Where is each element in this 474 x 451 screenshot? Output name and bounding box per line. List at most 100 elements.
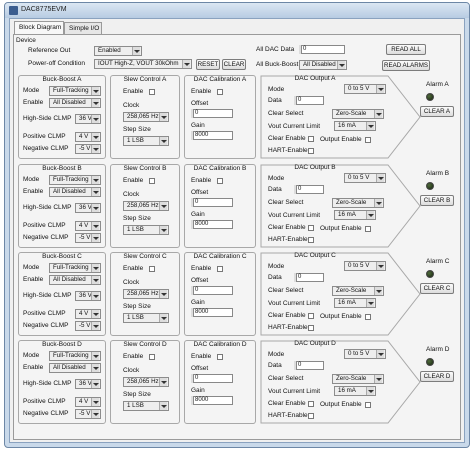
hart-enable-checkbox[interactable] [308,325,314,331]
spinner-icon [191,109,194,118]
power-off-dropdown[interactable]: IOUT High-Z, VOUT 30kOhm [94,59,192,69]
slew-enable-checkbox[interactable] [149,178,155,184]
output-range-dropdown[interactable]: 0 to 5 V [344,349,386,359]
offset-input[interactable]: 0 [191,109,233,118]
negative-clmp-dropdown[interactable]: -5 V [75,144,101,154]
output-enable-checkbox[interactable] [365,137,371,143]
data-input[interactable]: 0 [294,185,324,194]
cal-enable-label: Enable [191,177,212,184]
hart-enable-checkbox[interactable] [308,413,314,419]
vout-limit-dropdown[interactable]: 16 mA [334,210,376,220]
enable-dropdown[interactable]: All Disabled [49,187,101,197]
data-input[interactable]: 0 [294,273,324,282]
vout-limit-dropdown[interactable]: 16 mA [334,386,376,396]
high-side-dropdown[interactable]: 36 V [75,291,101,301]
gain-input[interactable]: 8000 [191,396,233,405]
mode-value: Full-Tracking [53,87,89,94]
clear-select-dropdown[interactable]: Zero-Scale [332,109,384,119]
clear-channel-button[interactable]: CLEAR D [420,371,454,382]
vout-limit-dropdown[interactable]: 16 mA [334,121,376,131]
enable-dropdown[interactable]: All Disabled [49,98,101,108]
clear-button[interactable]: CLEAR [222,59,246,70]
cal-enable-checkbox[interactable] [217,266,223,272]
clear-channel-button[interactable]: CLEAR B [420,195,454,206]
hart-enable-checkbox[interactable] [308,237,314,243]
cal-enable-checkbox[interactable] [217,178,223,184]
reset-button[interactable]: RESET [196,59,220,70]
gain-input[interactable]: 8000 [191,220,233,229]
clock-dropdown[interactable]: 258,065 Hz [123,377,169,387]
positive-clmp-dropdown[interactable]: 4 V [75,132,101,142]
clear-enable-checkbox[interactable] [308,313,314,319]
clear-enable-checkbox[interactable] [308,401,314,407]
step-size-dropdown[interactable]: 1 LSB [123,136,169,146]
cal-enable-checkbox[interactable] [217,89,223,95]
step-size-dropdown[interactable]: 1 LSB [123,401,169,411]
read-alarms-button[interactable]: READ ALARMS [382,60,430,71]
clock-dropdown[interactable]: 258,065 Hz [123,289,169,299]
slew-enable-checkbox[interactable] [149,266,155,272]
clock-dropdown[interactable]: 258,065 Hz [123,112,169,122]
output-enable-checkbox[interactable] [365,402,371,408]
high-side-dropdown[interactable]: 36 V [75,379,101,389]
data-input[interactable]: 0 [294,96,324,105]
slew-enable-checkbox[interactable] [149,354,155,360]
enable-dropdown[interactable]: All Disabled [49,363,101,373]
alarm-led-icon [426,93,434,101]
step-size-dropdown[interactable]: 1 LSB [123,225,169,235]
clear-enable-checkbox[interactable] [308,225,314,231]
clear-enable-checkbox[interactable] [308,136,314,142]
offset-input[interactable]: 0 [191,198,233,207]
vout-limit-dropdown[interactable]: 16 mA [334,298,376,308]
positive-clmp-dropdown[interactable]: 4 V [75,397,101,407]
mode-dropdown[interactable]: Full-Tracking [49,86,101,96]
gain-input[interactable]: 8000 [191,131,233,140]
clock-dropdown[interactable]: 258,065 Hz [123,201,169,211]
output-range-dropdown[interactable]: 0 to 5 V [344,261,386,271]
slew-enable-checkbox[interactable] [149,89,155,95]
alarm-label: Alarm C [426,258,450,265]
offset-input[interactable]: 0 [191,286,233,295]
dac-output-title: DAC Output B [294,164,336,171]
data-input[interactable]: 0 [294,361,324,370]
chevron-down-icon [159,226,167,234]
high-side-dropdown[interactable]: 36 V [75,114,101,124]
mode-dropdown[interactable]: Full-Tracking [49,263,101,273]
hart-enable-checkbox[interactable] [308,148,314,154]
clear-select-dropdown[interactable]: Zero-Scale [332,286,384,296]
reference-out-dropdown[interactable]: Enabled [94,46,142,56]
step-size-label: Step Size [123,126,151,133]
cal-enable-label: Enable [191,353,212,360]
chevron-down-icon [132,47,140,55]
negative-clmp-dropdown[interactable]: -5 V [75,233,101,243]
clear-channel-button[interactable]: CLEAR A [420,106,454,117]
all-dac-data-input[interactable]: 0 [299,45,345,54]
high-side-dropdown[interactable]: 36 V [75,203,101,213]
output-range-dropdown[interactable]: 0 to 5 V [344,173,386,183]
gain-input[interactable]: 8000 [191,308,233,317]
output-range-dropdown[interactable]: 0 to 5 V [344,84,386,94]
step-size-dropdown[interactable]: 1 LSB [123,313,169,323]
clear-select-label: Clear Select [268,110,304,117]
all-buck-boost-dropdown[interactable]: All Disabled [299,60,347,70]
offset-input[interactable]: 0 [191,374,233,383]
clear-select-dropdown[interactable]: Zero-Scale [332,374,384,384]
read-all-button[interactable]: READ ALL [386,44,426,55]
output-enable-checkbox[interactable] [365,314,371,320]
positive-clmp-dropdown[interactable]: 4 V [75,309,101,319]
mode-dropdown[interactable]: Full-Tracking [49,175,101,185]
mode-dropdown[interactable]: Full-Tracking [49,351,101,361]
negative-clmp-dropdown[interactable]: -5 V [75,409,101,419]
clear-channel-button[interactable]: CLEAR C [420,283,454,294]
buck-boost-title: Buck-Boost D [42,341,82,348]
enable-dropdown[interactable]: All Disabled [49,275,101,285]
negative-clmp-dropdown[interactable]: -5 V [75,321,101,331]
positive-clmp-dropdown[interactable]: 4 V [75,221,101,231]
tab-simple-io[interactable]: Simple I/O [64,22,102,34]
output-range-value: 0 to 5 V [348,174,370,181]
cal-enable-checkbox[interactable] [217,354,223,360]
clear-select-dropdown[interactable]: Zero-Scale [332,198,384,208]
output-enable-checkbox[interactable] [365,226,371,232]
tab-block-diagram[interactable]: Block Diagram [14,21,64,35]
enable-label: Enable [23,364,44,371]
